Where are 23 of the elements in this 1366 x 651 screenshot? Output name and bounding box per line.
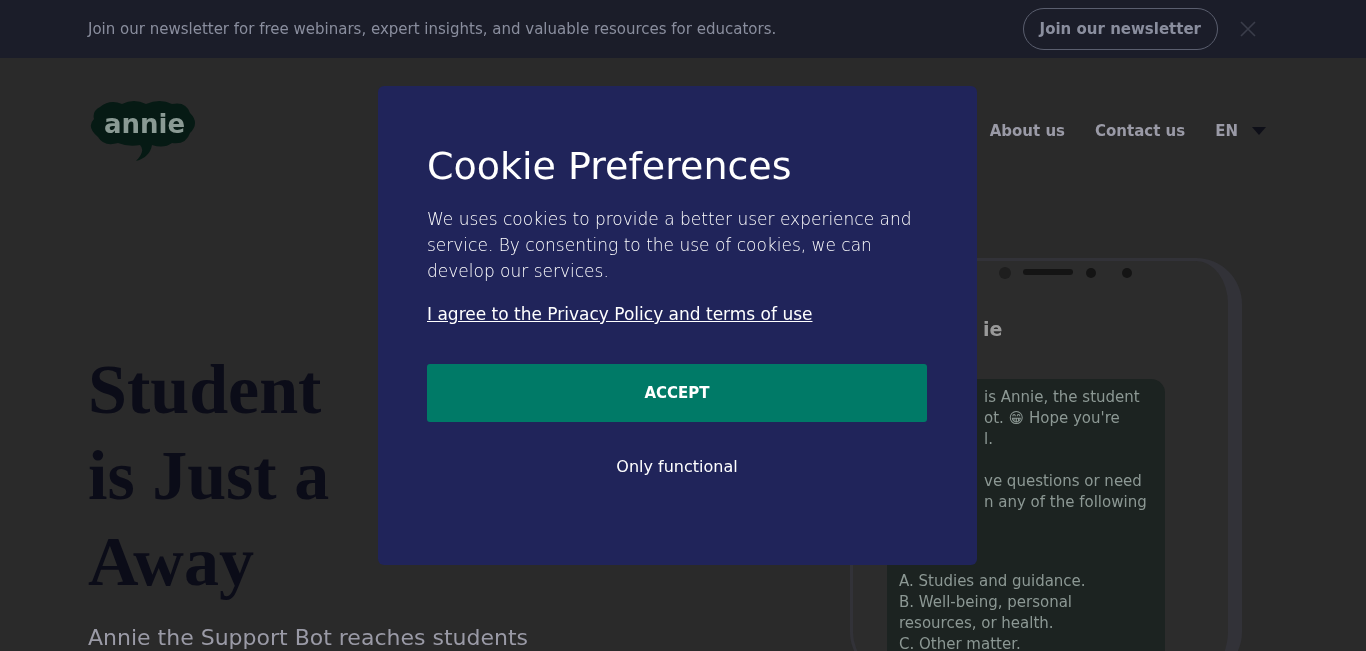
close-icon[interactable]	[1240, 21, 1256, 37]
banner-text: Join our newsletter for free webinars, expert insights, and valuable resources for educators.	[88, 20, 778, 38]
privacy-link[interactable]: I agree to the Privacy Policy and terms of use	[427, 304, 813, 324]
chat-text: is Annie, the student	[984, 387, 1140, 408]
chat-text: ve questions or need	[984, 471, 1142, 492]
chat-option: C. Other matter.	[899, 634, 1153, 651]
chat-title: ie	[983, 318, 1003, 340]
chat-option: A. Studies and guidance.	[899, 571, 1153, 592]
logo-text: annie	[104, 109, 186, 139]
chat-text: l.	[984, 429, 993, 450]
nav-link[interactable]: About us	[989, 122, 1065, 140]
caret-icon	[1252, 127, 1266, 135]
logo[interactable]: annie	[88, 99, 198, 163]
hero-subtitle: Annie the Support Bot reaches students	[88, 625, 528, 650]
chat-option: B. Well-being, personal resources, or health.	[899, 592, 1153, 634]
chat-text: ot. 😁 Hope you're	[984, 408, 1120, 429]
chat-text: n any of the following	[984, 492, 1147, 513]
nav-link[interactable]: Contact us	[1095, 122, 1186, 140]
dialog-text: We uses cookies to provide a better user experience and service. By consenting to the use of cookies, we can develop our services.	[427, 208, 913, 283]
language-selector[interactable]: EN	[1215, 122, 1266, 140]
only-functional-button[interactable]: Only functional	[610, 456, 744, 477]
dialog-title: Cookie Preferences	[427, 144, 793, 188]
accept-button[interactable]: ACCEPT	[427, 364, 927, 422]
